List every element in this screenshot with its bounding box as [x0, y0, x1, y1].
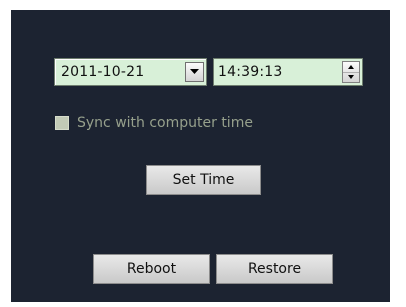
chevron-down-icon	[190, 69, 199, 74]
set-time-button[interactable]: Set Time	[146, 165, 261, 195]
sync-label: Sync with computer time	[77, 115, 253, 131]
spin-down-button[interactable]	[343, 72, 359, 82]
date-value: 2011-10-21	[61, 64, 145, 80]
date-picker[interactable]: 2011-10-21	[54, 58, 207, 86]
spin-down-icon	[348, 75, 354, 79]
sync-checkbox[interactable]	[55, 116, 69, 130]
time-field[interactable]: 14:39:13	[213, 58, 363, 86]
time-spinner[interactable]	[342, 61, 360, 83]
time-value: 14:39:13	[218, 64, 283, 80]
date-dropdown-button[interactable]	[185, 62, 204, 82]
spin-up-icon	[348, 65, 354, 69]
restore-button[interactable]: Restore	[216, 254, 333, 284]
reboot-button[interactable]: Reboot	[93, 254, 210, 284]
